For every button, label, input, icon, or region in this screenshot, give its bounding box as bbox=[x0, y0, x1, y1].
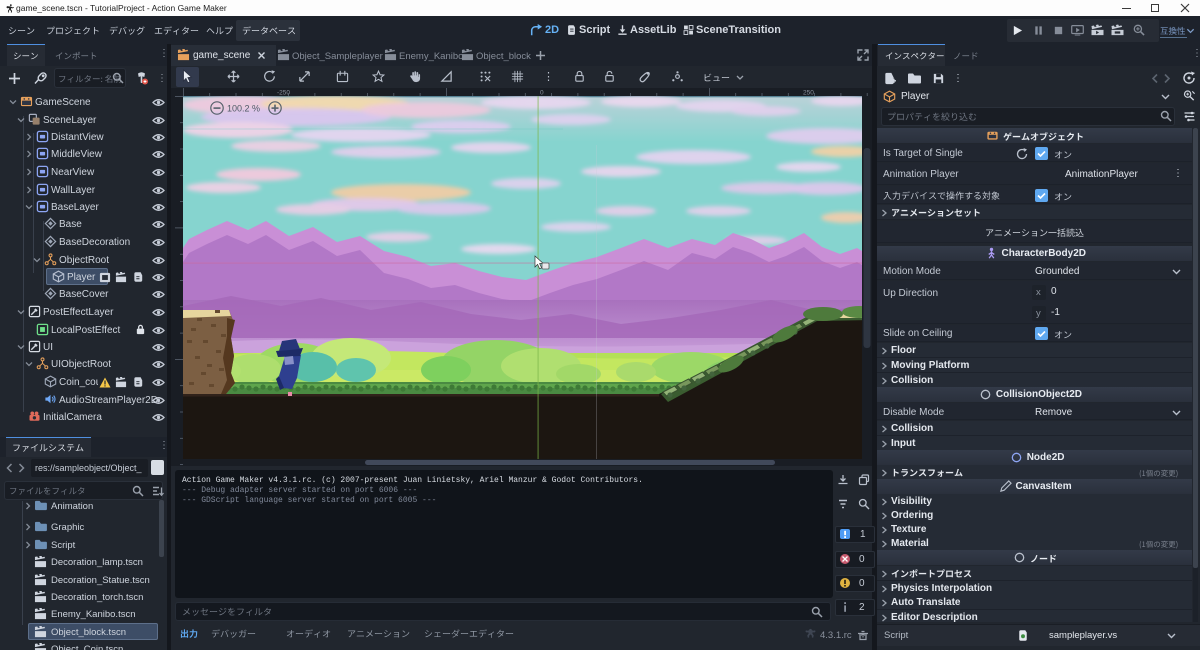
svg-text:250: 250 bbox=[803, 90, 814, 97]
svg-text:0: 0 bbox=[540, 90, 544, 97]
svg-text:100.2 %: 100.2 % bbox=[227, 104, 260, 114]
svg-text:-250: -250 bbox=[277, 90, 290, 97]
